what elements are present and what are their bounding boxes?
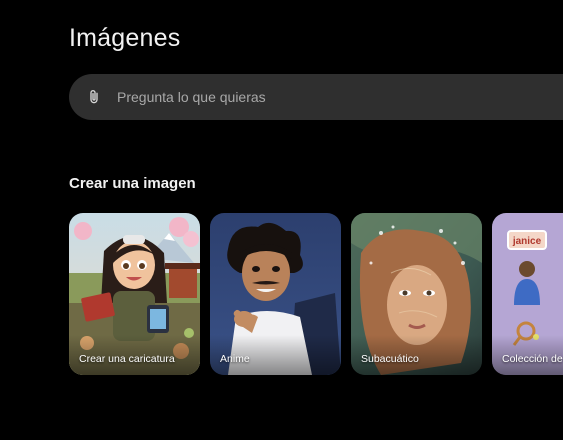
paperclip-icon[interactable] xyxy=(85,88,103,106)
prompt-input[interactable] xyxy=(117,89,497,105)
style-card-sticker-collection[interactable]: janice Colección de xyxy=(492,213,563,375)
page-title: Imágenes xyxy=(69,24,181,52)
style-card-caricature[interactable]: Crear una caricatura xyxy=(69,213,200,375)
card-label: Crear una caricatura xyxy=(79,353,175,365)
prompt-bar[interactable] xyxy=(69,74,563,120)
card-label: Anime xyxy=(220,353,250,365)
image-style-cards: Crear una caricatura Anime Subacuático j… xyxy=(69,213,563,375)
style-card-underwater[interactable]: Subacuático xyxy=(351,213,482,375)
card-label: Subacuático xyxy=(361,353,419,365)
section-title: Crear una imagen xyxy=(69,175,196,192)
card-label: Colección de xyxy=(502,353,563,365)
style-card-anime[interactable]: Anime xyxy=(210,213,341,375)
images-page: Imágenes Crear una imagen xyxy=(0,0,563,440)
sticker-label-text: janice xyxy=(512,236,542,247)
